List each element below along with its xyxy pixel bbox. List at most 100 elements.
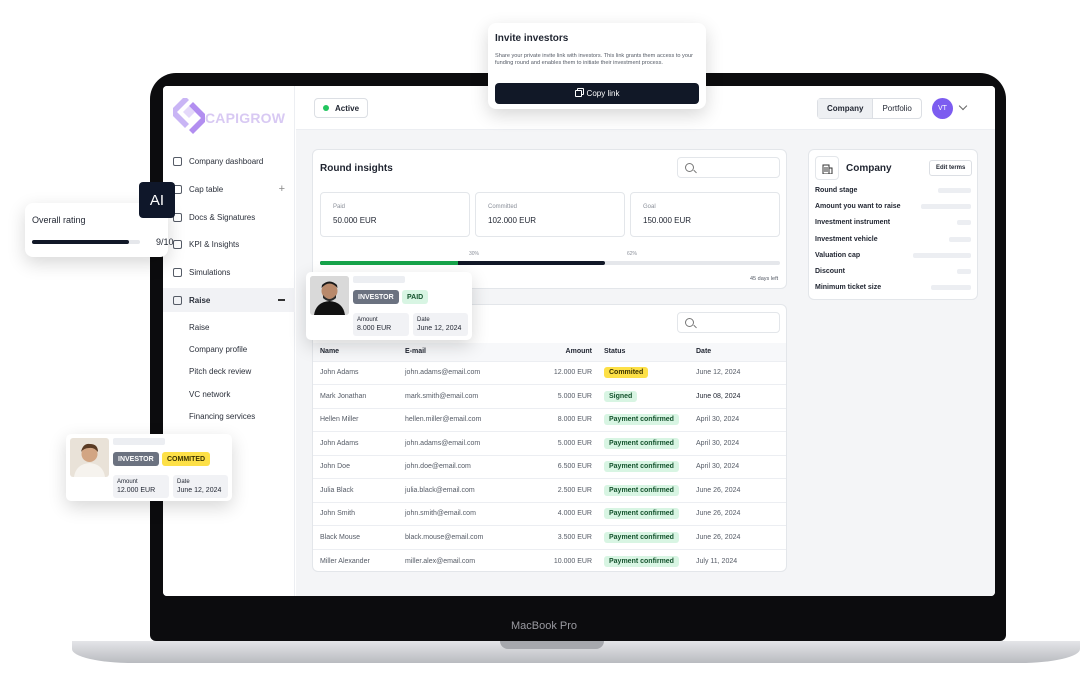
status-badge: Signed xyxy=(604,390,638,402)
status-pill[interactable]: Active xyxy=(314,98,369,118)
avatar[interactable]: VT xyxy=(932,98,953,119)
progress-paid-fill xyxy=(320,261,458,265)
col-name[interactable]: Name xyxy=(313,343,405,361)
rating-label: Overall rating xyxy=(32,215,86,225)
col-email[interactable]: E-mail xyxy=(405,343,527,361)
field-vehicle: Investment vehicle xyxy=(815,236,878,243)
cell-status: Payment confirmed xyxy=(604,407,696,432)
role-badge: INVESTOR xyxy=(353,290,399,304)
field-valuation-cap: Valuation cap xyxy=(815,252,861,259)
cell-status: Signed xyxy=(604,384,696,408)
investor-name-placeholder xyxy=(113,438,165,445)
cell-amount: 12.000 EUR xyxy=(527,360,604,385)
edit-terms-button[interactable]: Edit terms xyxy=(929,160,973,176)
table-row[interactable]: Mark Jonathan mark.smith@email.com 5.000 E… xyxy=(313,384,786,408)
amount-label: Amount xyxy=(117,479,138,485)
field-min-ticket: Minimum ticket size xyxy=(815,284,882,291)
sidebar-item-simulations[interactable]: Simulations xyxy=(163,260,295,284)
ai-badge: AI xyxy=(139,182,175,218)
copy-icon xyxy=(574,90,582,97)
field-value-placeholder xyxy=(938,188,971,193)
stat-paid: Paid 50.000 EUR xyxy=(320,192,470,237)
sidebar-subitem-vc-network[interactable]: VC network xyxy=(189,390,230,399)
sidebar-item-label: Docs & Signatures xyxy=(189,212,256,222)
field-value-placeholder xyxy=(949,237,971,242)
table-row[interactable]: John Adams john.adams@email.com 12.000 EUR… xyxy=(313,360,786,385)
minus-icon[interactable] xyxy=(278,299,285,301)
table-row[interactable]: John Smith john.smith@email.com 4.000 EUR P… xyxy=(313,501,786,526)
cell-date: June 26, 2024 xyxy=(696,501,786,526)
cell-amount: 5.000 EUR xyxy=(527,384,604,408)
table-search-input[interactable] xyxy=(677,312,780,333)
search-input[interactable] xyxy=(677,157,780,178)
table-row[interactable]: Black Mouse black.mouse@email.com 3.500 EU… xyxy=(313,525,786,549)
sidebar-subitem-company-profile[interactable]: Company profile xyxy=(189,345,247,354)
dashboard-icon xyxy=(173,156,182,166)
status-badge: Payment confirmed xyxy=(604,484,679,496)
date-value: June 12, 2024 xyxy=(177,487,222,494)
status-badge: PAID xyxy=(402,290,429,304)
sidebar-item-company-dashboard[interactable]: Company dashboard xyxy=(163,149,295,173)
tab-portfolio[interactable]: Portfolio xyxy=(873,99,920,118)
wallet-icon xyxy=(173,295,182,305)
role-badge: INVESTOR xyxy=(113,452,159,466)
amount-box: Amount 12.000 EUR xyxy=(113,475,169,498)
stat-value: 50.000 EUR xyxy=(333,216,377,225)
status-badge: Payment confirmed xyxy=(604,461,679,473)
date-label: Date xyxy=(177,479,190,485)
col-date[interactable]: Date xyxy=(696,343,786,361)
invite-description: Share your private invite link with inve… xyxy=(495,53,693,67)
cell-email: miller.alex@email.com xyxy=(405,548,527,571)
view-switcher: Company Portfolio xyxy=(817,98,922,119)
progress-paid-label: 30% xyxy=(469,251,480,257)
stat-label: Goal xyxy=(643,204,656,210)
col-status[interactable]: Status xyxy=(604,343,696,361)
field-instrument: Investment instrument xyxy=(815,219,891,226)
copy-link-label: Copy link xyxy=(586,89,620,98)
cell-status: Payment confirmed xyxy=(604,454,696,479)
search-icon xyxy=(685,318,694,327)
sidebar-item-kpi-insights[interactable]: KPI & Insights xyxy=(163,232,295,256)
laptop-notch xyxy=(500,641,604,649)
table-row[interactable]: Miller Alexander miller.alex@email.com 10.… xyxy=(313,548,786,571)
sidebar-subitem-financing[interactable]: Financing services xyxy=(189,412,255,421)
cell-date: June 26, 2024 xyxy=(696,478,786,502)
round-insights-title: Round insights xyxy=(320,163,393,174)
field-value-placeholder xyxy=(921,204,971,209)
building-icon xyxy=(815,156,839,180)
sidebar-item-cap-table[interactable]: Cap table + xyxy=(163,177,295,201)
table-row[interactable]: John Doe john.doe@email.com 6.500 EUR Payme… xyxy=(313,454,786,479)
cell-email: john.smith@email.com xyxy=(405,501,527,526)
sidebar-subitem-pitch-deck[interactable]: Pitch deck review xyxy=(189,367,251,376)
field-round-stage: Round stage xyxy=(815,187,858,194)
plus-icon[interactable]: + xyxy=(279,183,285,195)
sidebar-subitem-raise[interactable]: Raise xyxy=(189,323,209,332)
stat-value: 102.000 EUR xyxy=(488,216,537,225)
status-badge: Payment confirmed xyxy=(604,437,679,449)
table-row[interactable]: Julia Black julia.black@email.com 2.500 EU… xyxy=(313,478,786,502)
cell-name: John Doe xyxy=(313,454,405,479)
cell-date: June 08, 2024 xyxy=(696,384,786,408)
sidebar-item-label: Simulations xyxy=(189,267,231,277)
tab-company[interactable]: Company xyxy=(818,99,874,118)
simulation-icon xyxy=(173,267,182,277)
date-value: June 12, 2024 xyxy=(417,325,462,332)
col-amount[interactable]: Amount xyxy=(527,343,604,361)
cell-status: Payment confirmed xyxy=(604,525,696,549)
cell-email: hellen.miller@email.com xyxy=(405,407,527,432)
cell-email: john.doe@email.com xyxy=(405,454,527,479)
cell-amount: 6.500 EUR xyxy=(527,454,604,479)
status-label: Active xyxy=(335,103,360,113)
copy-link-button[interactable]: Copy link xyxy=(495,83,699,104)
table-row[interactable]: Hellen Miller hellen.miller@email.com 8.00… xyxy=(313,407,786,432)
amount-box: Amount 8.000 EUR xyxy=(353,313,409,336)
table-row[interactable]: John Adams john.adams@email.com 5.000 EUR P… xyxy=(313,431,786,455)
amount-value: 8.000 EUR xyxy=(357,325,392,332)
cell-amount: 2.500 EUR xyxy=(527,478,604,502)
cell-email: black.mouse@email.com xyxy=(405,525,527,549)
sidebar-item-label: KPI & Insights xyxy=(189,239,240,249)
investments-card: Name E-mail Amount Status Date John Adam… xyxy=(312,304,787,572)
chevron-down-icon[interactable] xyxy=(958,101,968,111)
sidebar-item-raise[interactable]: Raise xyxy=(163,288,295,312)
sidebar-item-docs-signatures[interactable]: Docs & Signatures xyxy=(163,205,295,229)
